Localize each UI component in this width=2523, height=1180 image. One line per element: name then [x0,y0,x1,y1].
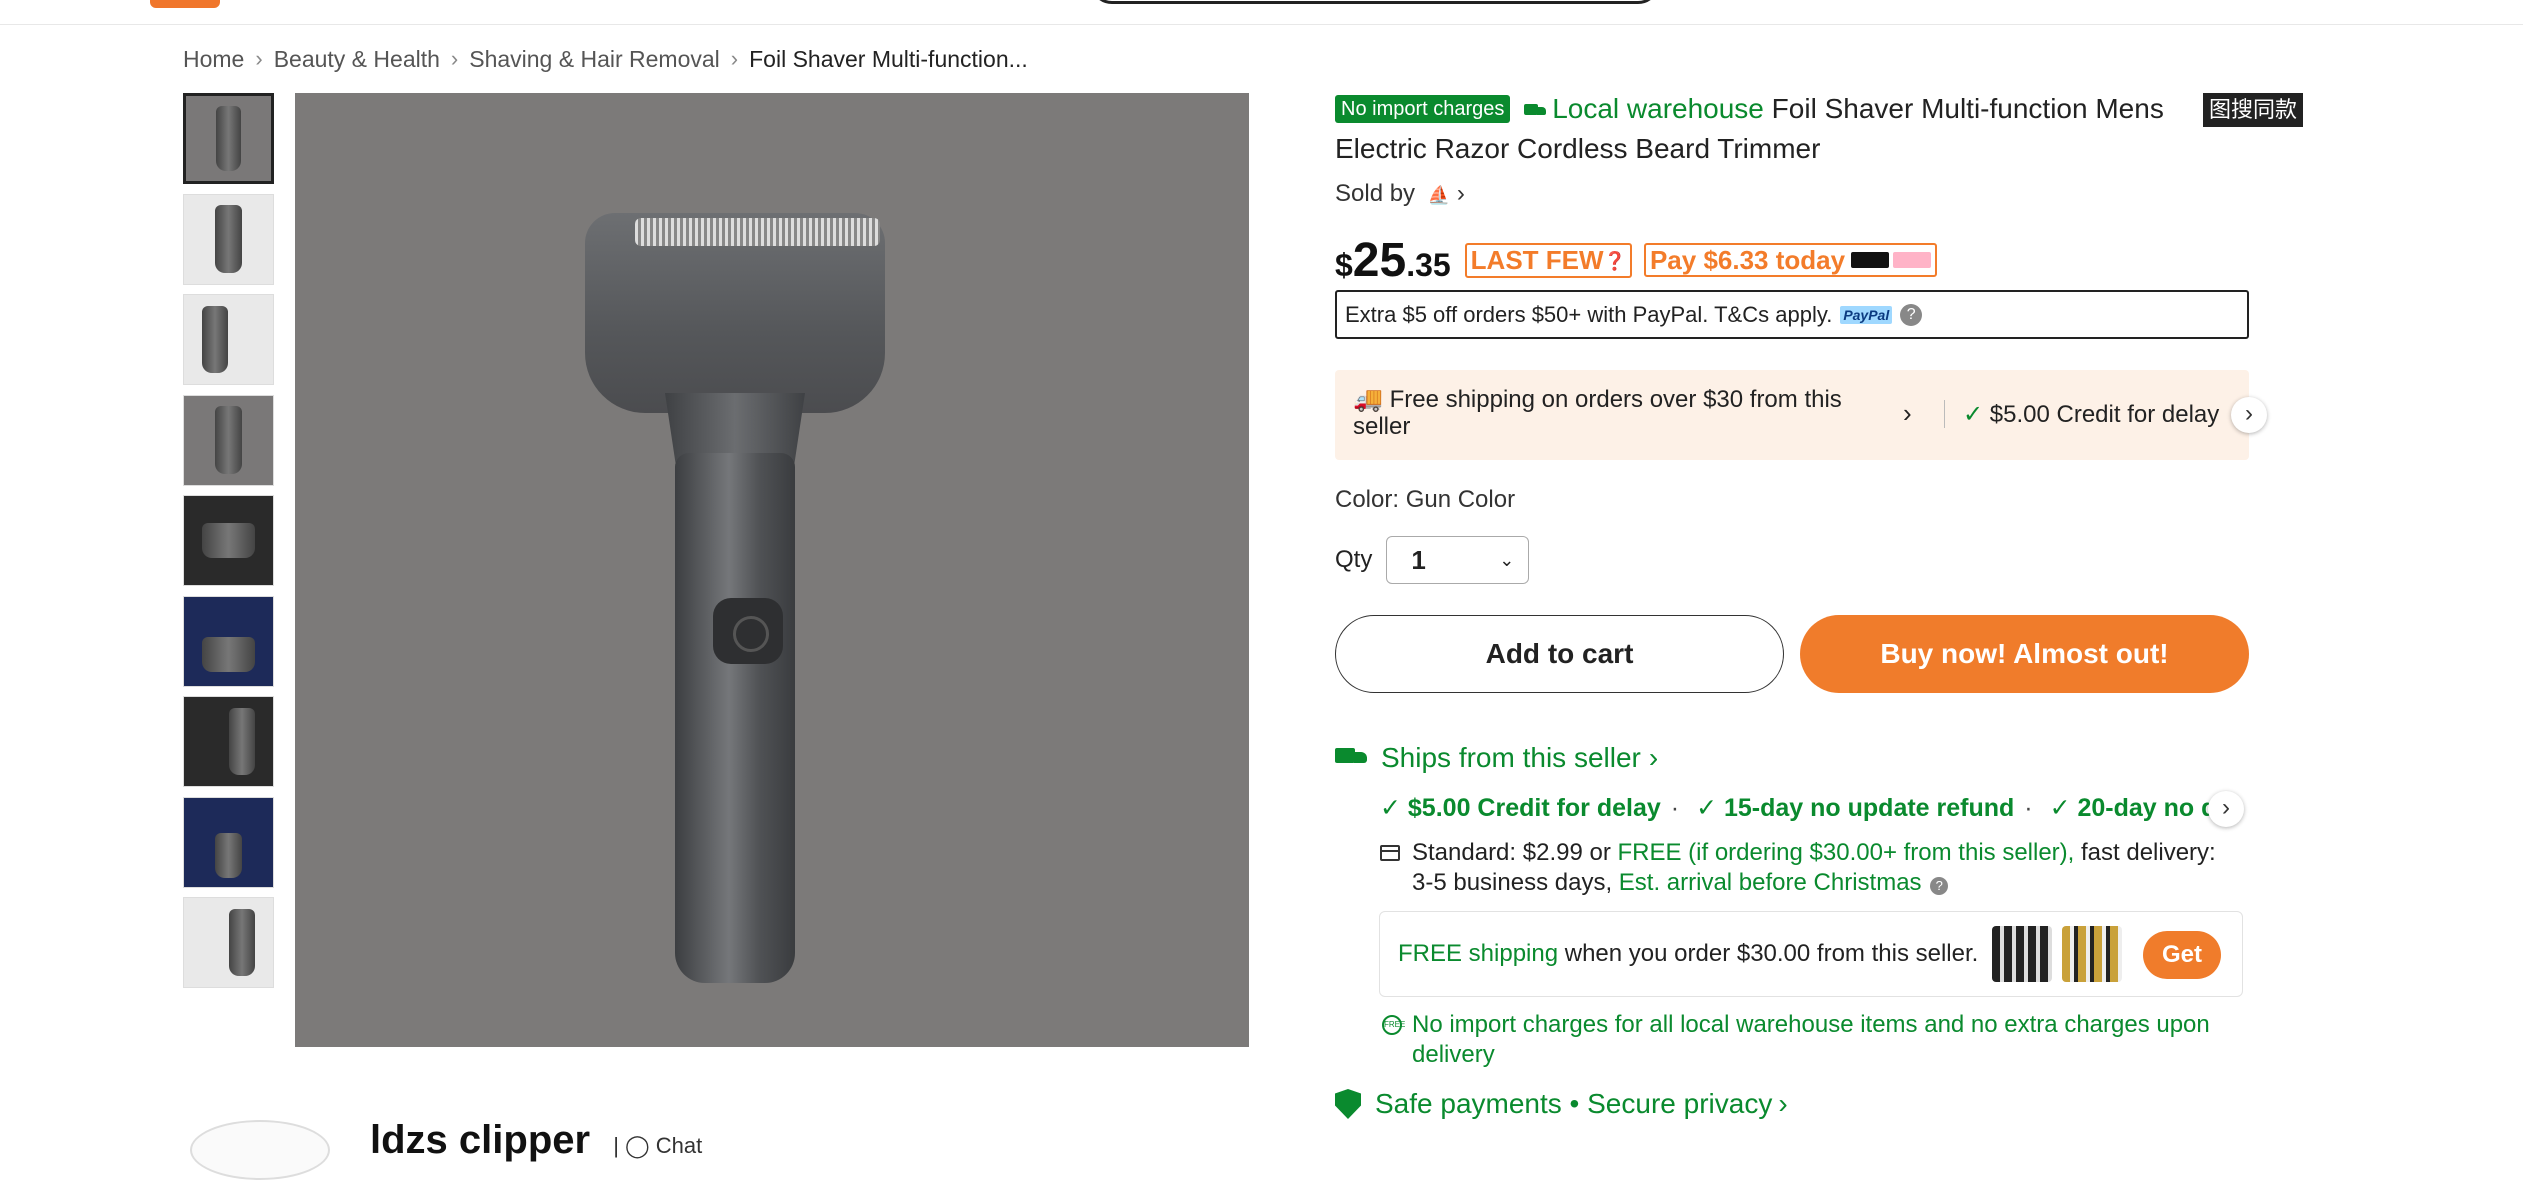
product-price: $25.35 [1335,233,1451,287]
shaver-foil [635,218,880,246]
breadcrumb: Home › Beauty & Health › Shaving & Hair … [183,44,1028,74]
top-header [0,0,2523,25]
chevron-right-icon: › [730,46,739,71]
qty-label: Qty [1335,546,1373,573]
chevron-right-icon: › [255,46,263,71]
paypal-promo[interactable]: Extra $5 off orders $50+ with PayPal. T&… [1335,290,2249,339]
perk-credit: $5.00 Credit for delay [1407,794,1661,822]
afterpay-icon [1851,252,1890,268]
sold-by-label: Sold by [1335,180,1416,207]
card-icon [1380,845,1400,861]
get-button[interactable]: Get [2143,931,2221,979]
breadcrumb-beauty-health[interactable]: Beauty & Health [274,46,440,73]
safe-payments[interactable]: Safe payments • Secure privacy › [1335,1088,1788,1120]
chevron-down-icon: ⌄ [1499,549,1515,570]
perk-delivery: 20-day no de [2077,794,2210,822]
free-shipping-offer: FREE shipping when you order $30.00 from… [1398,940,1979,967]
paypal-logo: PayPal [1840,305,1893,324]
check-icon: ✓ [1696,794,1718,822]
chevron-right-icon: › [1648,742,1659,773]
seller-logo-icon: ⛵ [1427,185,1451,205]
no-import-badge: No import charges [1335,95,1511,123]
image-search-tooltip[interactable]: 图搜同款 [2203,93,2304,127]
ships-from-seller[interactable]: Ships from this seller › [1335,742,1658,774]
shield-check-icon [1335,1089,1361,1119]
paypal-promo-text: Extra $5 off orders $50+ with PayPal. T&… [1345,301,1833,327]
credit-for-delay: ✓ $5.00 Credit for delay [1963,401,2220,428]
chevron-right-icon: › [1778,1088,1788,1119]
buy-now-button[interactable]: Buy now! Almost out! [1800,615,2249,693]
free-shipping-text: 🚚 Free shipping on orders over $30 from … [1353,386,1842,440]
quantity-select[interactable]: 1 ⌄ [1386,536,1530,584]
help-icon[interactable]: ? [1900,303,1923,326]
color-selection: Color: Gun Color [1335,486,1516,513]
recommended-product-1[interactable] [1992,926,2052,982]
site-logo[interactable] [150,0,220,8]
perks-next-button[interactable]: › [2208,791,2244,827]
help-icon[interactable]: ? [1930,877,1949,895]
klarna-icon [1893,252,1932,268]
chevron-right-icon: › [1456,180,1465,207]
store-name-row: ldzs clipper | ◯ Chat [370,1118,702,1163]
sold-by[interactable]: Sold by ⛵ › [1335,180,1465,208]
check-icon: ✓ [2049,794,2071,822]
truck-icon: 🚚 [1353,386,1383,413]
thumbnail-1[interactable] [183,93,274,184]
perk-refund: 15-day no update refund [1723,794,2015,822]
price-row: $25.35 LAST FEW❓ Pay $6.33 today [1335,233,1938,287]
store-avatar[interactable] [190,1120,330,1180]
thumbnail-5[interactable] [183,495,274,586]
banner-next-button[interactable]: › [2231,397,2267,433]
standard-shipping: Standard: $2.99 or FREE (if ordering $30… [1380,838,2240,898]
thumbnail-4[interactable] [183,394,274,486]
thumbnail-8[interactable] [183,796,274,888]
free-icon: FREE [1382,1015,1405,1035]
divider [1944,400,1945,428]
product-title-block: No import charges Local warehouse Foil S… [1335,89,2195,169]
add-to-cart-button[interactable]: Add to cart [1335,615,1784,693]
thumbnail-6[interactable] [183,595,274,687]
installment-badge[interactable]: Pay $6.33 today [1643,243,1938,277]
thumbnail-2[interactable] [183,193,274,285]
info-icon: ❓ [1603,250,1626,271]
local-warehouse-label: Local warehouse [1552,93,1764,124]
last-few-badge[interactable]: LAST FEW❓ [1464,242,1632,278]
thumbnail-3[interactable] [183,294,274,385]
truck-icon [1524,102,1548,120]
store-name[interactable]: ldzs clipper [370,1118,590,1162]
chat-button[interactable]: | ◯ Chat [613,1133,702,1158]
breadcrumb-current: Foil Shaver Multi-function... [749,45,1028,72]
recommended-product-2[interactable] [2062,926,2122,982]
breadcrumb-shaving[interactable]: Shaving & Hair Removal [469,46,720,73]
free-shipping-card: FREE shipping when you order $30.00 from… [1379,911,2243,997]
no-import-charges: FREE No import charges for all local war… [1382,1011,2210,1068]
shipping-perks: ✓ $5.00 Credit for delay · ✓ 15-day no up… [1380,793,2210,829]
quantity-row: Qty 1 ⌄ [1335,536,1530,584]
chevron-right-icon: › [450,46,459,71]
truck-icon [1335,746,1369,770]
check-icon: ✓ [1963,401,1984,428]
shaver-power-button [713,598,783,664]
thumbnail-9[interactable] [183,897,274,988]
qty-value: 1 [1411,544,1426,575]
main-product-image[interactable] [295,93,1249,1047]
thumbnail-list [183,93,275,998]
breadcrumb-home[interactable]: Home [183,46,244,73]
thumbnail-7[interactable] [183,696,274,787]
chevron-right-icon[interactable]: › [1903,398,1912,429]
search-input[interactable] [1090,0,1660,4]
shaver-handle [675,453,795,983]
shipping-banner[interactable]: 🚚 Free shipping on orders over $30 from … [1335,370,2249,460]
check-icon: ✓ [1380,794,1401,822]
